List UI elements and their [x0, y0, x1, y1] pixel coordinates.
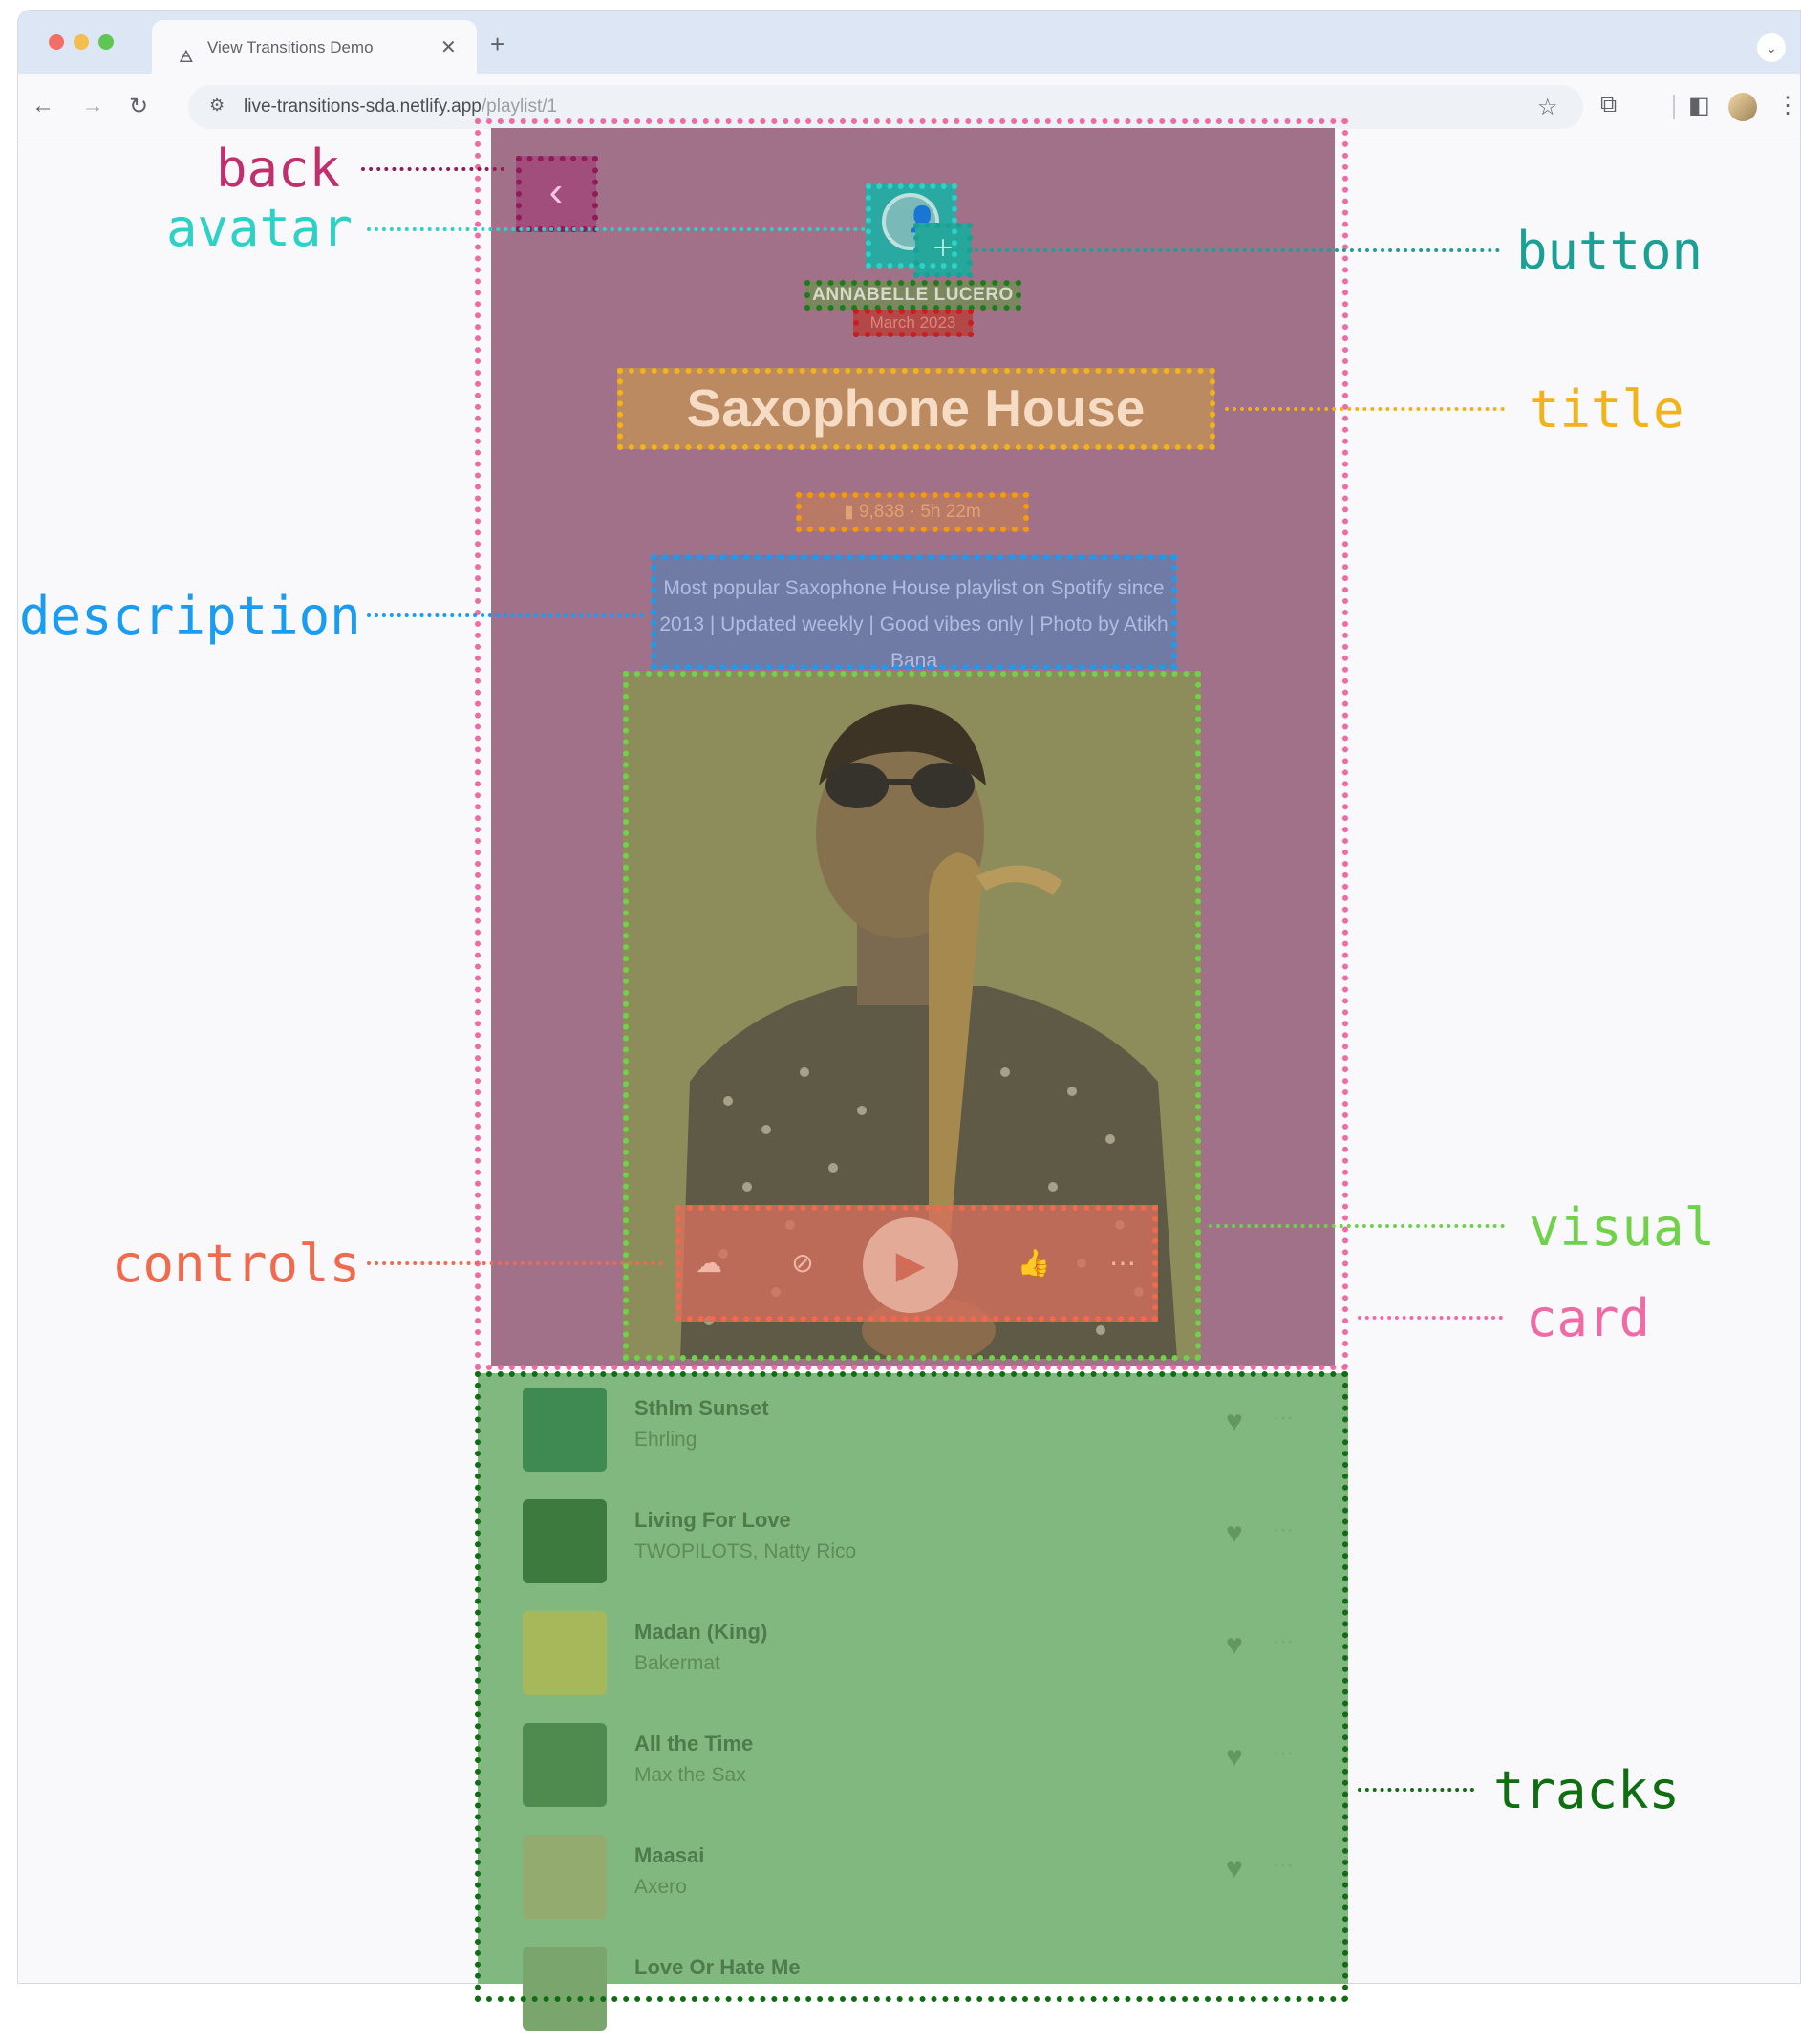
description-label: description: [19, 586, 361, 646]
description-outline: [651, 554, 1177, 670]
title-label: title: [1529, 379, 1684, 440]
menu-kebab-icon[interactable]: ⋮: [1776, 92, 1799, 119]
avatar-label: avatar: [166, 198, 354, 258]
toolbar-divider: [1673, 95, 1675, 119]
tab-title: View Transitions Demo: [207, 38, 374, 56]
visual-label: visual: [1529, 1197, 1716, 1258]
description-leader: [367, 613, 644, 617]
button-leader: [975, 248, 1500, 252]
bookmark-star-icon[interactable]: ☆: [1537, 94, 1558, 121]
profile-avatar[interactable]: [1728, 93, 1757, 121]
extensions-icon[interactable]: ⧉: [1600, 92, 1617, 118]
title-leader: [1225, 407, 1505, 411]
tracks-label: tracks: [1493, 1760, 1681, 1820]
title-outline: [617, 368, 1215, 450]
new-tab-icon[interactable]: +: [490, 30, 504, 59]
favicon-icon: 🜁: [179, 47, 194, 66]
back-outline: [516, 156, 598, 232]
controls-outline: [675, 1205, 1158, 1322]
card-leader: [1358, 1316, 1503, 1320]
button-label: button: [1516, 221, 1704, 281]
username-outline: [804, 280, 1021, 311]
stats-outline: [796, 492, 1029, 532]
forward-arrow-icon[interactable]: →: [81, 93, 104, 119]
back-arrow-icon[interactable]: ←: [32, 93, 54, 119]
reload-icon[interactable]: ↻: [129, 93, 148, 120]
visual-leader: [1209, 1224, 1505, 1228]
button-outline: [913, 223, 973, 278]
site-settings-icon[interactable]: ⚙: [209, 96, 225, 116]
close-tab-icon[interactable]: ✕: [440, 35, 457, 59]
close-window-button[interactable]: [49, 34, 64, 50]
back-leader: [361, 167, 504, 171]
url-path: /playlist/1: [481, 97, 558, 117]
tracks-outline: [475, 1371, 1348, 2002]
tab-bar: 🜁 View Transitions Demo ✕ + ⌄: [18, 11, 1800, 74]
tab-search-icon[interactable]: ⌄: [1757, 33, 1786, 62]
card-label: card: [1526, 1288, 1651, 1348]
controls-leader: [367, 1261, 663, 1265]
back-label: back: [216, 139, 341, 199]
controls-label: controls: [112, 1234, 361, 1294]
date-outline: [853, 309, 974, 337]
side-panel-icon[interactable]: ◧: [1688, 92, 1710, 119]
url-host: live-transitions-sda.netlify.app: [244, 97, 482, 117]
tracks-leader: [1358, 1788, 1474, 1792]
url-text[interactable]: live-transitions-sda.netlify.app/playlis…: [244, 97, 557, 118]
tab-active[interactable]: 🜁 View Transitions Demo ✕: [152, 20, 477, 74]
maximize-window-button[interactable]: [98, 34, 114, 50]
avatar-leader: [367, 227, 866, 231]
minimize-window-button[interactable]: [74, 34, 89, 50]
